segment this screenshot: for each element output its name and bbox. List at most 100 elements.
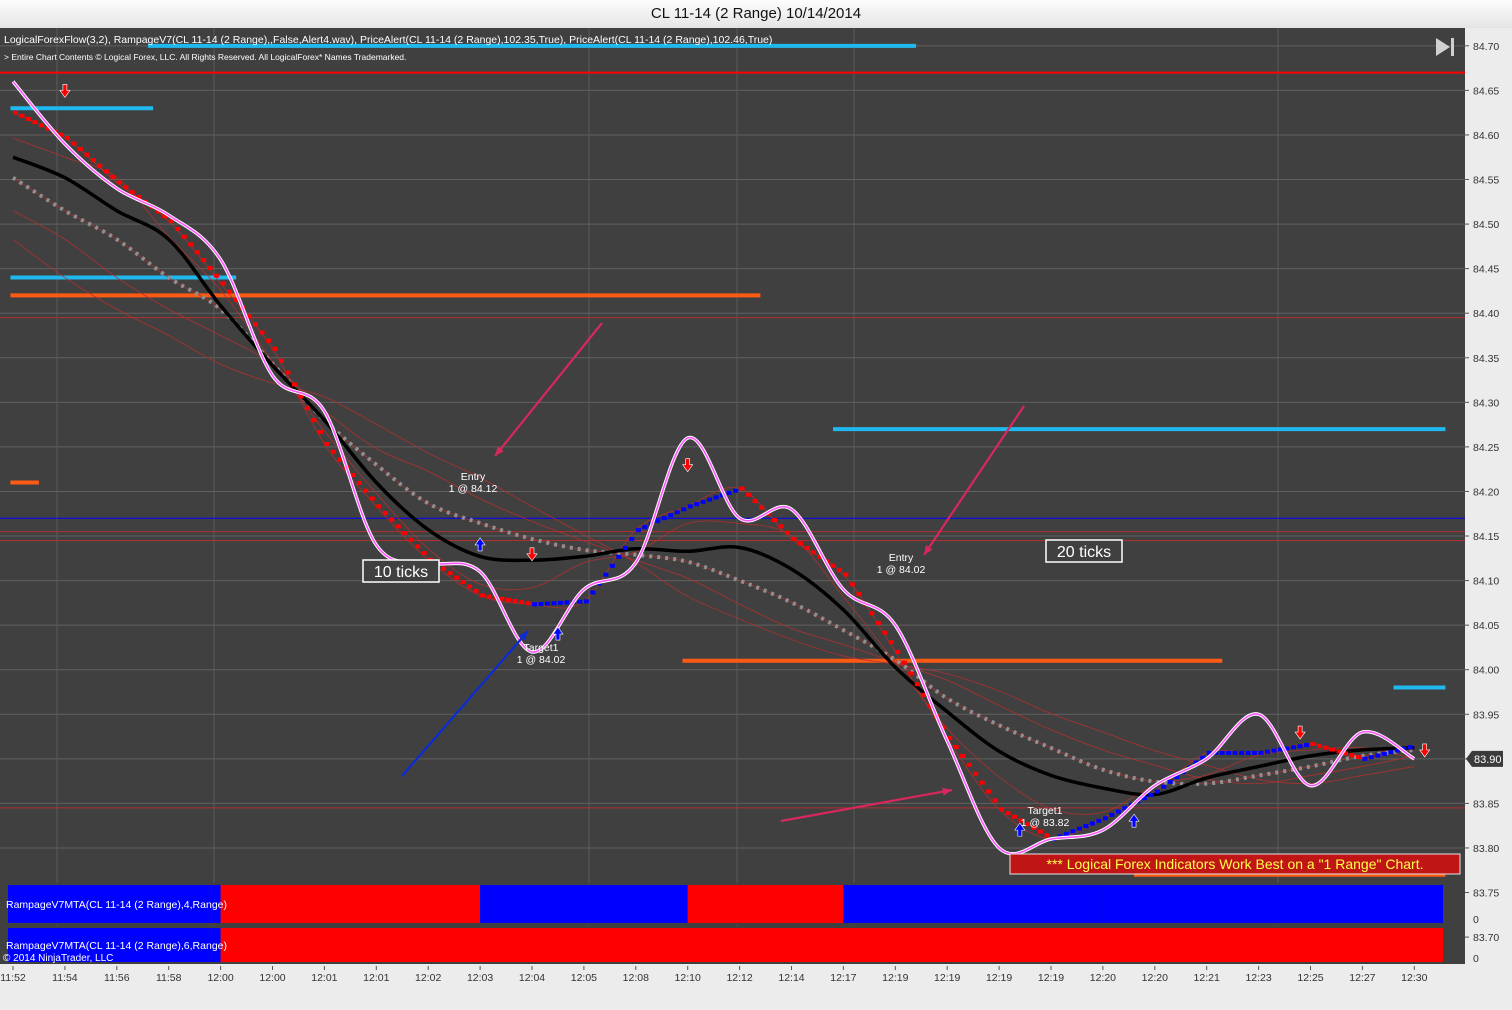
trend-dash — [1388, 750, 1394, 755]
trend-dash — [1154, 789, 1160, 794]
trend-dash — [532, 602, 537, 607]
x-tick-label: 12:10 — [675, 972, 701, 984]
trend-dash — [480, 593, 486, 598]
trend-dash — [1381, 751, 1387, 756]
trend-dash — [1167, 779, 1173, 784]
trend-dash — [700, 499, 706, 504]
trend-dash — [1063, 831, 1069, 836]
x-tick-label: 11:58 — [156, 972, 182, 984]
trend-dash — [869, 611, 875, 616]
trend-dash — [473, 588, 479, 593]
trend-dash — [460, 580, 466, 585]
trend-dash — [227, 289, 233, 294]
trend-dash — [726, 490, 732, 495]
panel-zero-label: 0 — [1473, 914, 1479, 926]
trend-dash — [1349, 753, 1355, 758]
trend-dash — [713, 495, 719, 500]
trend-dash — [1115, 809, 1121, 814]
trend-dash — [38, 123, 44, 128]
trend-dash — [175, 226, 181, 231]
tick-count-box: 20 ticks — [1045, 539, 1123, 563]
trend-dash — [655, 519, 661, 524]
trend-dash — [1070, 829, 1076, 834]
trend-dash — [1258, 750, 1264, 755]
trend-dash — [421, 551, 427, 556]
trade-label-price: 1 @ 84.12 — [449, 483, 498, 495]
trend-dash — [266, 338, 272, 343]
trend-dash — [577, 599, 583, 604]
trend-dash — [1407, 745, 1413, 750]
panel-label: RampageV7MTA(CL 11-14 (2 Range),4,Range) — [6, 899, 227, 911]
trend-dash — [733, 488, 739, 493]
trend-dash — [836, 568, 842, 573]
trend-dash — [77, 147, 83, 152]
trend-dash — [1076, 826, 1082, 831]
y-tick-label: 84.10 — [1473, 576, 1499, 588]
x-tick-label: 12:00 — [207, 972, 233, 984]
trend-dash — [447, 571, 453, 576]
trend-dash — [1239, 750, 1245, 755]
window-title: CL 11-14 (2 Range) 10/14/2014 — [0, 0, 1512, 29]
trend-dash — [1375, 753, 1381, 758]
y-tick-label: 83.75 — [1473, 888, 1499, 900]
trend-dash — [635, 528, 641, 533]
trend-dash — [486, 594, 492, 599]
trend-dash — [544, 601, 550, 606]
trend-dash — [979, 780, 985, 785]
trend-dash — [875, 620, 881, 625]
trend-dash — [291, 382, 297, 387]
trend-dash — [272, 346, 278, 351]
trend-dash — [512, 599, 518, 604]
trend-dash — [356, 480, 362, 485]
price-chart[interactable]: 10 ticks20 ticksEntry1 @ 84.12Entry1 @ 8… — [0, 28, 1512, 1010]
trend-dash — [1245, 750, 1251, 755]
y-tick-label: 84.00 — [1473, 665, 1499, 677]
trend-dash — [538, 601, 544, 606]
trend-dash — [999, 807, 1005, 812]
trend-dash — [674, 510, 680, 515]
trend-dash — [324, 441, 330, 446]
trend-dash — [849, 582, 855, 587]
trend-dash — [668, 513, 674, 518]
trend-dash — [1226, 750, 1232, 755]
y-tick-label: 83.80 — [1473, 843, 1499, 855]
trend-dash — [960, 753, 966, 758]
trend-dash — [363, 488, 369, 493]
trend-dash — [1265, 749, 1271, 754]
trend-dash — [901, 660, 907, 665]
chart-window: CL 11-14 (2 Range) 10/14/2014 10 ticks 20… — [0, 0, 1512, 1010]
last-price-label: 83.90 — [1474, 754, 1502, 766]
trend-dash — [1304, 743, 1310, 748]
trend-dash — [123, 185, 129, 190]
trend-dash — [19, 113, 25, 118]
trend-dash — [311, 418, 317, 423]
trade-label-price: 1 @ 83.82 — [1021, 817, 1070, 829]
x-tick-label: 11:52 — [0, 972, 26, 984]
trend-dash — [557, 600, 563, 605]
panel-segment — [843, 885, 1103, 923]
trend-dash — [25, 116, 31, 121]
trend-dash — [181, 234, 187, 239]
trend-dash — [1297, 744, 1303, 749]
x-tick-label: 12:25 — [1297, 972, 1323, 984]
x-tick-label: 12:23 — [1245, 972, 1271, 984]
trend-dash — [376, 504, 382, 509]
panel-segment — [480, 885, 688, 923]
y-tick-label: 83.95 — [1473, 709, 1499, 721]
trend-dash — [687, 504, 693, 509]
trend-dash — [629, 536, 635, 541]
trend-dash — [1291, 745, 1297, 750]
trend-dash — [389, 517, 395, 522]
trend-dash — [415, 544, 421, 549]
trend-dash — [966, 762, 972, 767]
y-tick-label: 84.45 — [1473, 264, 1499, 276]
y-tick-label: 84.35 — [1473, 353, 1499, 365]
indicator-list: LogicalForexFlow(3,2), RampageV7(CL 11-1… — [4, 34, 772, 46]
warning-banner-text: *** Logical Forex Indicators Work Best o… — [1047, 856, 1424, 872]
trend-dash — [129, 190, 135, 195]
y-tick-label: 83.70 — [1473, 932, 1499, 944]
trend-dash — [681, 507, 687, 512]
y-tick-label: 84.20 — [1473, 486, 1499, 498]
trend-dash — [304, 406, 310, 411]
x-tick-label: 12:21 — [1194, 972, 1220, 984]
